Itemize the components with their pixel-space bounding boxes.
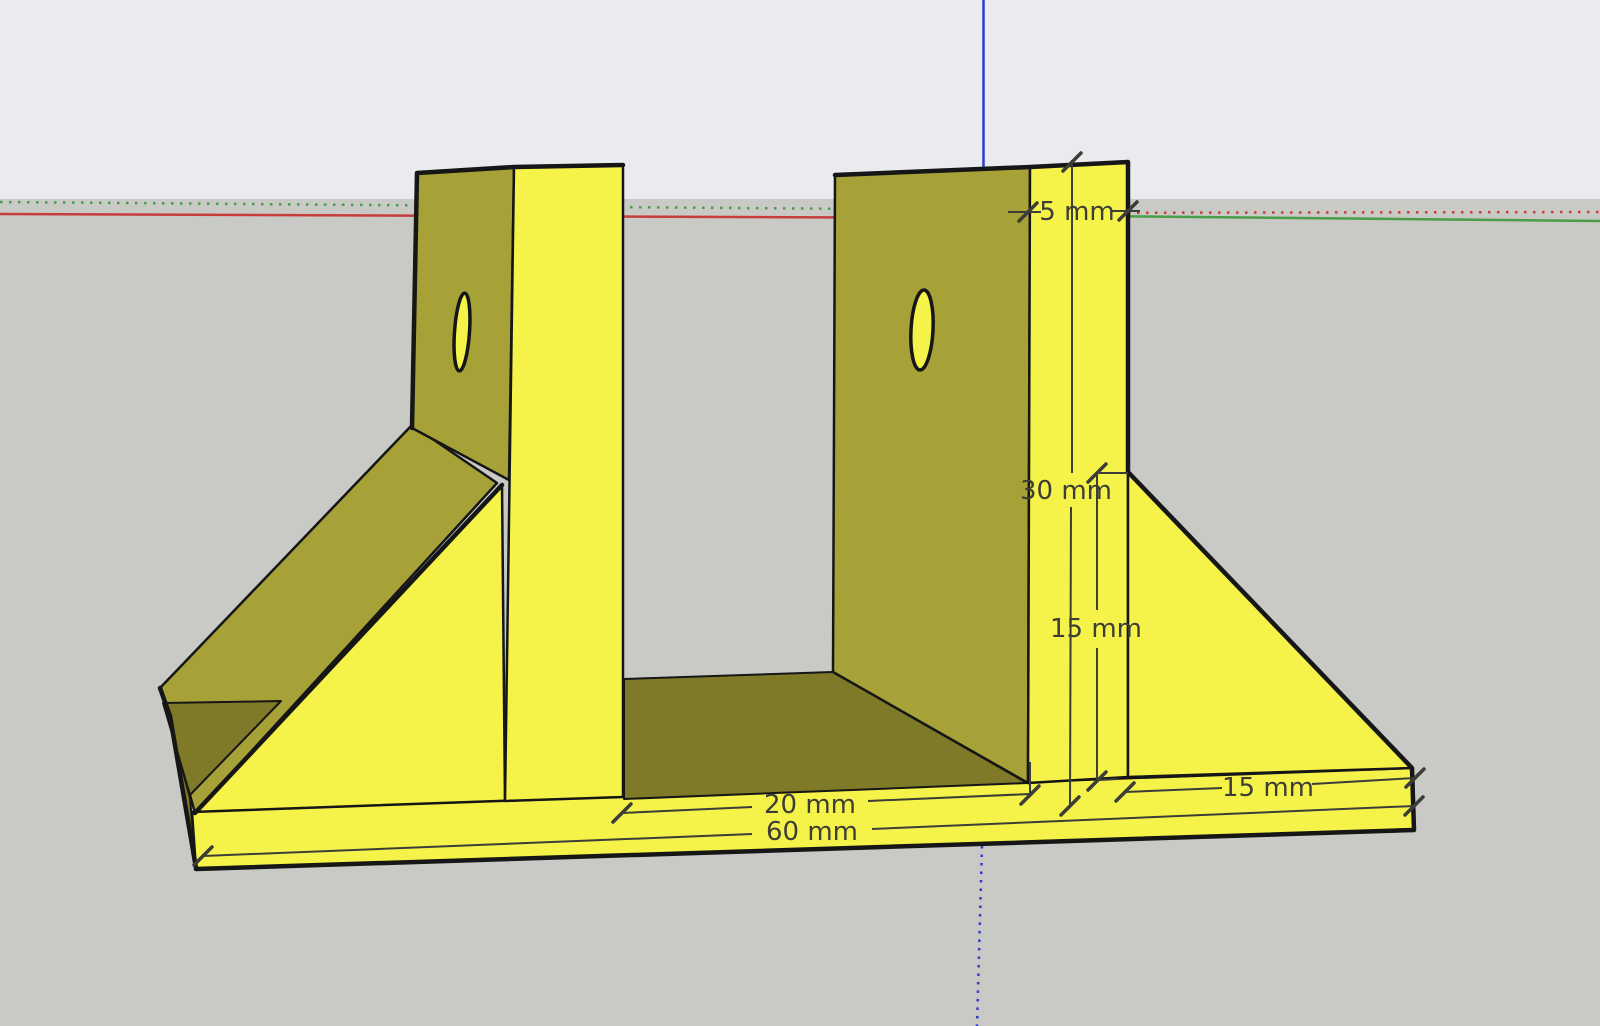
dimension-label-15mm-vertical[interactable]: 15 mm (1050, 614, 1142, 644)
left-wall-front-face[interactable] (503, 163, 625, 803)
dimension-label-60mm[interactable]: 60 mm (766, 817, 858, 847)
dimension-label-5mm[interactable]: 5 mm (1039, 197, 1114, 227)
model-canvas[interactable]: 5 mm 30 mm 15 mm 20 mm 60 mm 15 mm (0, 0, 1600, 1026)
cad-viewport[interactable]: 5 mm 30 mm 15 mm 20 mm 60 mm 15 mm (0, 0, 1600, 1026)
dimension-label-15mm-horizontal[interactable]: 15 mm (1222, 773, 1314, 803)
dimension-label-20mm[interactable]: 20 mm (764, 790, 856, 820)
dimension-label-30mm[interactable]: 30 mm (1020, 476, 1112, 506)
sky-background (0, 0, 1600, 199)
